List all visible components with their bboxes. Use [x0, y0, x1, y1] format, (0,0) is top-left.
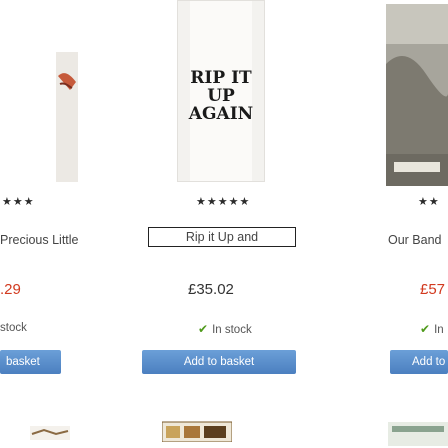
product-price-1: .29 — [0, 281, 21, 298]
rating-stars-1: ★★★ — [2, 196, 35, 208]
rating-stars-2: ★★★★★ — [196, 196, 251, 208]
stock-status-1: stock — [0, 322, 27, 334]
cover-text-line-3: AGAIN — [188, 104, 253, 124]
stock-label-3: In — [434, 324, 444, 336]
stock-label-2: In stock — [212, 324, 252, 336]
next-row-cover-1[interactable] — [30, 420, 70, 440]
add-to-basket-button-3[interactable]: Add to — [390, 350, 448, 374]
product-card-1: ★★★ Precious Little .29 stock basket — [0, 0, 80, 448]
check-icon: ✔ — [198, 322, 209, 336]
rating-stars-3: ★★ — [418, 196, 440, 208]
next-row-cover-2[interactable] — [162, 418, 232, 442]
cover-art-2: RIP IT UP AGAIN — [178, 1, 264, 181]
product-price-3: £57 — [420, 281, 446, 298]
book-cover-3[interactable] — [386, 4, 448, 186]
cover-text-line-1: RIP IT — [190, 68, 252, 88]
book-cover-2[interactable]: RIP IT UP AGAIN — [177, 0, 265, 182]
product-card-3: ★★ Our Band £57 ✔ In Add to — [380, 0, 448, 448]
add-to-basket-button-2[interactable]: Add to basket — [142, 350, 296, 374]
stock-status-3: ✔ In — [420, 322, 444, 336]
check-icon: ✔ — [420, 322, 431, 336]
product-card-2: RIP IT UP AGAIN ★★★★★ Rip it Up and £35.… — [140, 0, 300, 448]
product-price-2: £35.02 — [188, 281, 234, 298]
cover-art-1 — [56, 52, 78, 182]
cover-art-3 — [386, 4, 448, 186]
next-row-cover-3[interactable] — [388, 418, 448, 446]
product-title-2[interactable]: Rip it Up and — [148, 227, 296, 247]
cover-text-line-2: UP — [207, 86, 235, 106]
product-title-1[interactable]: Precious Little — [0, 233, 80, 247]
add-to-basket-button-1[interactable]: basket — [0, 350, 61, 374]
product-title-3[interactable]: Our Band — [388, 233, 448, 247]
stock-status-2: ✔ In stock — [198, 322, 252, 336]
book-cover-1[interactable] — [56, 52, 78, 182]
